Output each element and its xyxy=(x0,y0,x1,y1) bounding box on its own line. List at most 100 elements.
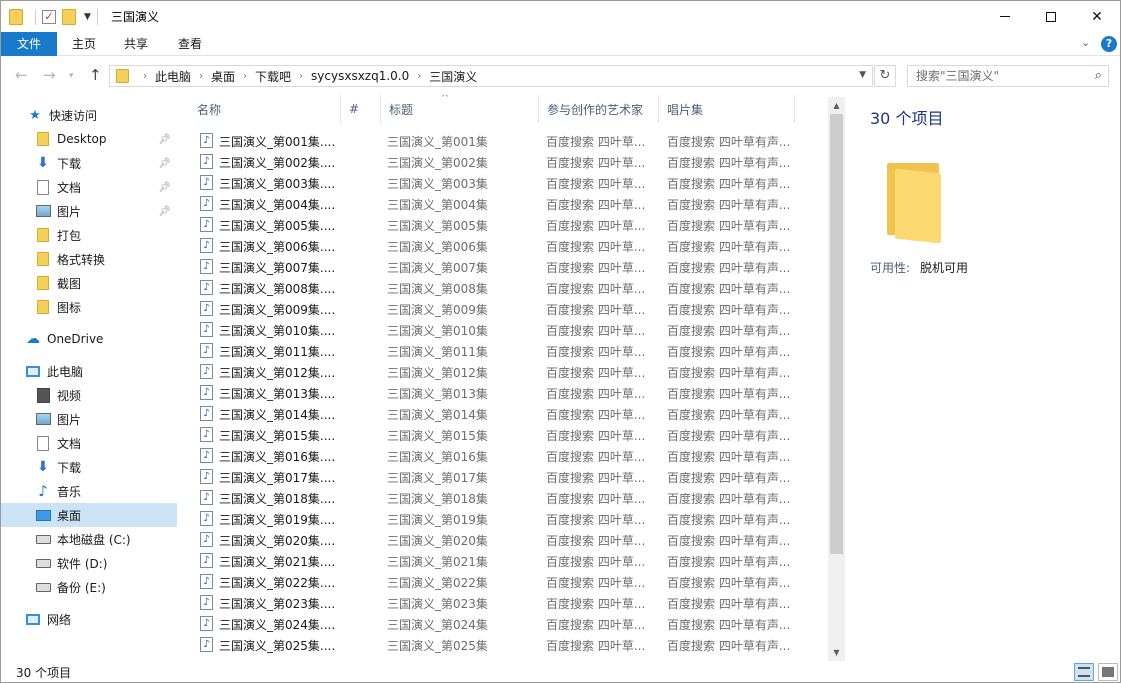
minimize-button[interactable] xyxy=(982,1,1028,32)
chevron-right-icon[interactable]: › xyxy=(299,71,303,82)
chevron-right-icon[interactable]: › xyxy=(199,71,203,82)
pin-icon: 📌︎ xyxy=(158,182,171,193)
file-row[interactable]: ♪三国演义_第014集....三国演义_第014集百度搜索 四叶草...百度搜索… xyxy=(181,403,828,424)
file-row[interactable]: ♪三国演义_第003集....三国演义_第003集百度搜索 四叶草...百度搜索… xyxy=(181,172,828,193)
nav-item-drive-e[interactable]: 备份 (E:) xyxy=(1,575,177,599)
scroll-thumb[interactable] xyxy=(830,114,843,554)
properties-icon[interactable]: ✓ xyxy=(42,9,58,25)
recent-locations-chevron-icon[interactable]: ▾ xyxy=(69,71,74,81)
file-row[interactable]: ♪三国演义_第001集....三国演义_第001集百度搜索 四叶草...百度搜索… xyxy=(181,130,828,151)
up-button[interactable]: ↑ xyxy=(89,66,102,84)
breadcrumb-xiazaiba[interactable]: 下载吧 xyxy=(255,68,291,85)
file-row[interactable]: ♪三国演义_第009集....三国演义_第009集百度搜索 四叶草...百度搜索… xyxy=(181,298,828,319)
nav-item-pc-documents[interactable]: 文档 xyxy=(1,431,177,455)
file-row[interactable]: ♪三国演义_第007集....三国演义_第007集百度搜索 四叶草...百度搜索… xyxy=(181,256,828,277)
column-header-name[interactable]: 名称 xyxy=(189,95,341,123)
address-bar[interactable]: › 此电脑 › 桌面 › 下载吧 › sycysxsxzq1.0.0 › 三国演… xyxy=(109,65,873,87)
audio-file-icon: ♪ xyxy=(200,364,213,379)
nav-this-pc[interactable]: 此电脑 xyxy=(1,359,177,383)
close-button[interactable]: ✕ xyxy=(1074,1,1120,32)
file-row[interactable]: ♪三国演义_第025集....三国演义_第025集百度搜索 四叶草...百度搜索… xyxy=(181,634,828,655)
nav-item-pc-downloads[interactable]: ⬇ 下载 xyxy=(1,455,177,479)
document-icon xyxy=(35,179,51,195)
column-header-title[interactable]: 标题 xyxy=(381,95,539,123)
nav-item-pictures[interactable]: 图片 📌︎ xyxy=(1,199,177,223)
nav-item-drive-d[interactable]: 软件 (D:) xyxy=(1,551,177,575)
column-header-number[interactable]: # xyxy=(341,95,381,123)
file-row[interactable]: ♪三国演义_第011集....三国演义_第011集百度搜索 四叶草...百度搜索… xyxy=(181,340,828,361)
details-view-button[interactable] xyxy=(1074,663,1094,681)
file-row[interactable]: ♪三国演义_第005集....三国演义_第005集百度搜索 四叶草...百度搜索… xyxy=(181,214,828,235)
file-artist: 百度搜索 四叶草... xyxy=(546,637,656,654)
expand-ribbon-chevron-icon[interactable]: ⌄ xyxy=(1081,36,1090,49)
tab-home[interactable]: 主页 xyxy=(61,32,107,56)
breadcrumb-sycysxsxzq[interactable]: sycysxsxzq1.0.0 xyxy=(311,69,409,83)
address-history-chevron-icon[interactable]: ▼ xyxy=(859,70,866,80)
file-row[interactable]: ♪三国演义_第022集....三国演义_第022集百度搜索 四叶草...百度搜索… xyxy=(181,571,828,592)
nav-quick-access[interactable]: ★ 快速访问 xyxy=(1,103,177,127)
file-name: 三国演义_第002集.... xyxy=(219,154,369,171)
nav-item-drive-c[interactable]: 本地磁盘 (C:) xyxy=(1,527,177,551)
customize-toolbar-chevron-icon[interactable]: ▼ xyxy=(84,12,91,22)
file-row[interactable]: ♪三国演义_第015集....三国演义_第015集百度搜索 四叶草...百度搜索… xyxy=(181,424,828,445)
file-list-scrollbar[interactable]: ▲ ▼ xyxy=(828,97,845,661)
nav-item-icons[interactable]: 图标 xyxy=(1,295,177,319)
audio-file-icon: ♪ xyxy=(200,280,213,295)
nav-item-dabao[interactable]: 打包 xyxy=(1,223,177,247)
file-row[interactable]: ♪三国演义_第016集....三国演义_第016集百度搜索 四叶草...百度搜索… xyxy=(181,445,828,466)
availability-value: 脱机可用 xyxy=(920,259,968,276)
column-header-artist[interactable]: 参与创作的艺术家 xyxy=(539,95,659,123)
refresh-button[interactable]: ↻ xyxy=(874,65,896,87)
file-row[interactable]: ♪三国演义_第008集....三国演义_第008集百度搜索 四叶草...百度搜索… xyxy=(181,277,828,298)
nav-label: 桌面 xyxy=(57,507,81,524)
breadcrumb-desktop[interactable]: 桌面 xyxy=(211,68,235,85)
drive-icon xyxy=(35,531,51,547)
nav-item-downloads[interactable]: ⬇ 下载 📌︎ xyxy=(1,151,177,175)
tab-view[interactable]: 查看 xyxy=(167,32,213,56)
search-box[interactable]: ⌕ xyxy=(907,65,1109,87)
file-row[interactable]: ♪三国演义_第012集....三国演义_第012集百度搜索 四叶草...百度搜索… xyxy=(181,361,828,382)
file-row[interactable]: ♪三国演义_第002集....三国演义_第002集百度搜索 四叶草...百度搜索… xyxy=(181,151,828,172)
file-list: ^ 名称 # 标题 参与创作的艺术家 唱片集 ♪三国演义_第001集....三国… xyxy=(181,95,828,661)
nav-network[interactable]: 网络 xyxy=(1,607,177,631)
nav-item-documents[interactable]: 文档 📌︎ xyxy=(1,175,177,199)
file-row[interactable]: ♪三国演义_第019集....三国演义_第019集百度搜索 四叶草...百度搜索… xyxy=(181,508,828,529)
file-row[interactable]: ♪三国演义_第023集....三国演义_第023集百度搜索 四叶草...百度搜索… xyxy=(181,592,828,613)
new-folder-icon[interactable] xyxy=(62,9,78,25)
breadcrumb-sanguoyanyi[interactable]: 三国演义 xyxy=(429,68,477,85)
file-row[interactable]: ♪三国演义_第006集....三国演义_第006集百度搜索 四叶草...百度搜索… xyxy=(181,235,828,256)
file-row[interactable]: ♪三国演义_第004集....三国演义_第004集百度搜索 四叶草...百度搜索… xyxy=(181,193,828,214)
search-input[interactable] xyxy=(908,66,1078,86)
file-row[interactable]: ♪三国演义_第010集....三国演义_第010集百度搜索 四叶草...百度搜索… xyxy=(181,319,828,340)
scroll-down-button[interactable]: ▼ xyxy=(828,644,845,661)
nav-item-videos[interactable]: 视频 xyxy=(1,383,177,407)
column-header-album[interactable]: 唱片集 xyxy=(659,95,795,123)
help-icon[interactable]: ? xyxy=(1101,36,1117,52)
nav-label: 备份 (E:) xyxy=(57,579,106,596)
back-button[interactable]: ← xyxy=(15,66,28,84)
file-row[interactable]: ♪三国演义_第018集....三国演义_第018集百度搜索 四叶草...百度搜索… xyxy=(181,487,828,508)
nav-onedrive[interactable]: ☁ OneDrive xyxy=(1,327,177,351)
file-row[interactable]: ♪三国演义_第013集....三国演义_第013集百度搜索 四叶草...百度搜索… xyxy=(181,382,828,403)
large-icons-view-button[interactable] xyxy=(1098,663,1118,681)
chevron-right-icon[interactable]: › xyxy=(417,71,421,82)
maximize-button[interactable] xyxy=(1028,1,1074,32)
nav-item-pc-pictures[interactable]: 图片 xyxy=(1,407,177,431)
file-row[interactable]: ♪三国演义_第021集....三国演义_第021集百度搜索 四叶草...百度搜索… xyxy=(181,550,828,571)
search-icon[interactable]: ⌕ xyxy=(1095,68,1102,83)
nav-item-screenshots[interactable]: 截图 xyxy=(1,271,177,295)
file-row[interactable]: ♪三国演义_第017集....三国演义_第017集百度搜索 四叶草...百度搜索… xyxy=(181,466,828,487)
file-row[interactable]: ♪三国演义_第024集....三国演义_第024集百度搜索 四叶草...百度搜索… xyxy=(181,613,828,634)
tab-share[interactable]: 共享 xyxy=(113,32,159,56)
nav-item-desktop-pc[interactable]: 桌面 xyxy=(1,503,177,527)
file-row[interactable]: ♪三国演义_第020集....三国演义_第020集百度搜索 四叶草...百度搜索… xyxy=(181,529,828,550)
scroll-up-button[interactable]: ▲ xyxy=(828,97,845,114)
chevron-right-icon[interactable]: › xyxy=(243,71,247,82)
nav-item-desktop[interactable]: Desktop 📌︎ xyxy=(1,127,177,151)
chevron-right-icon[interactable]: › xyxy=(143,71,147,82)
tab-file[interactable]: 文件 xyxy=(1,32,57,56)
nav-item-format-convert[interactable]: 格式转换 xyxy=(1,247,177,271)
breadcrumb-this-pc[interactable]: 此电脑 xyxy=(155,68,191,85)
forward-button[interactable]: → xyxy=(43,66,56,84)
nav-item-music[interactable]: ♪ 音乐 xyxy=(1,479,177,503)
